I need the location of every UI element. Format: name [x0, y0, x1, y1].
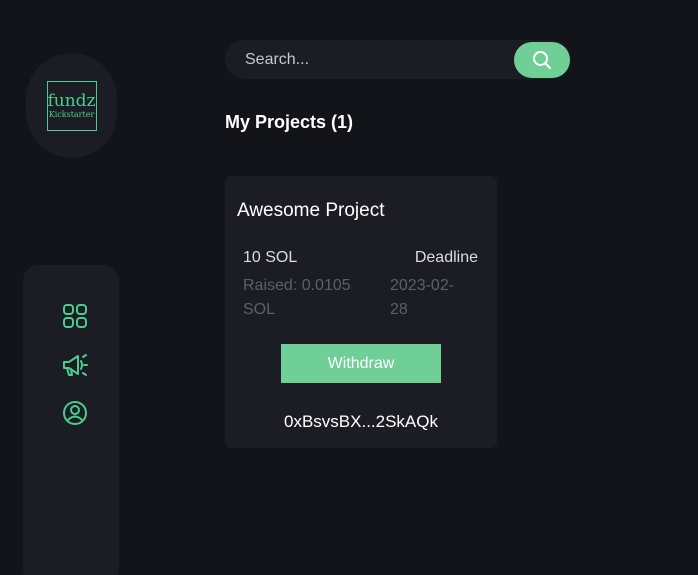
search-bar — [225, 40, 571, 79]
user-profile-icon[interactable] — [61, 399, 89, 427]
withdraw-button[interactable]: Withdraw — [281, 344, 441, 383]
project-card[interactable]: Awesome Project 10 SOL Raised: 0.0105 SO… — [225, 176, 497, 448]
page-title: My Projects (1) — [225, 112, 354, 132]
project-title: Awesome Project — [237, 200, 385, 221]
funding-stats: 10 SOL Raised: 0.0105 SOL — [243, 248, 363, 322]
target-amount: 10 SOL — [243, 249, 298, 266]
raised-amount: Raised: 0.0105 SOL — [243, 277, 351, 318]
search-input[interactable] — [225, 40, 514, 79]
megaphone-icon[interactable] — [61, 351, 89, 379]
dashboard-grid-icon[interactable] — [61, 302, 89, 330]
deadline-date: 2023-02-28 — [390, 277, 455, 318]
sidebar-nav — [23, 265, 119, 575]
deadline-label: Deadline — [414, 249, 478, 266]
search-button[interactable] — [514, 41, 570, 78]
logo-subtext: Kickstarter — [48, 109, 95, 119]
fundz-logo: fundz Kickstarter — [46, 80, 97, 131]
deadline-stats: Deadline 2023-02-28 — [390, 248, 480, 322]
search-icon — [533, 50, 551, 69]
app-page: fundz Kickstarter Search... My Projects … — [0, 0, 698, 575]
wallet-address: 0xBsvsBX...2SkAQk — [284, 412, 438, 431]
logo-text: fundz — [47, 90, 96, 111]
logo-container[interactable]: fundz Kickstarter — [26, 53, 117, 158]
